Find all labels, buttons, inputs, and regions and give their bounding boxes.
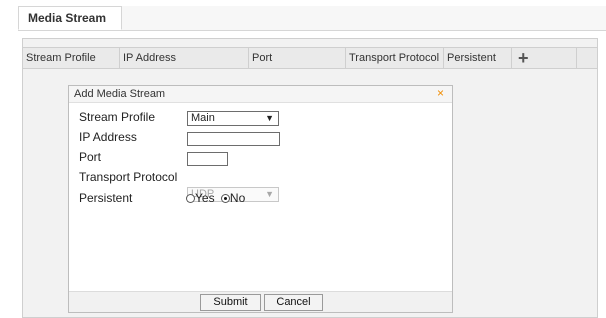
persistent-yes-label: Yes <box>195 191 215 205</box>
column-header-persistent: Persistent <box>444 48 512 68</box>
transport-protocol-label: Transport Protocol <box>79 170 178 184</box>
stream-profile-select[interactable]: Main ▼ <box>187 111 279 126</box>
persistent-radio-group: Yes No <box>186 189 245 207</box>
persistent-yes-radio[interactable]: Yes <box>186 191 215 205</box>
add-stream-button[interactable]: + <box>512 48 577 68</box>
column-header-transport-protocol: Transport Protocol <box>346 48 444 68</box>
dialog-footer: Submit Cancel <box>69 291 452 312</box>
persistent-label: Persistent <box>79 191 133 205</box>
dialog-header: Add Media Stream × <box>69 86 452 103</box>
ip-address-input[interactable] <box>187 132 280 146</box>
persistent-no-label: No <box>229 191 246 205</box>
stream-profile-label: Stream Profile <box>79 110 156 124</box>
port-input[interactable] <box>187 152 228 166</box>
column-header-port: Port <box>249 48 346 68</box>
add-media-stream-dialog: Add Media Stream × Stream Profile Main ▼… <box>68 85 453 313</box>
column-header-spacer <box>577 48 597 68</box>
tab-label: Media Stream <box>28 11 107 25</box>
chevron-down-icon: ▼ <box>265 113 274 123</box>
tab-media-stream[interactable]: Media Stream <box>18 6 122 30</box>
tab-strip-filler <box>122 6 606 30</box>
close-icon[interactable]: × <box>437 86 444 100</box>
radio-selected-icon <box>220 194 230 203</box>
tab-bar: Media Stream <box>18 6 606 31</box>
port-label: Port <box>79 150 102 164</box>
cancel-button[interactable]: Cancel <box>264 294 323 311</box>
persistent-no-radio[interactable]: No <box>220 191 246 205</box>
table-header: Stream Profile IP Address Port Transport… <box>23 47 597 69</box>
stream-profile-value: Main <box>191 112 215 124</box>
column-header-stream-profile: Stream Profile <box>23 48 120 68</box>
plus-icon: + <box>518 48 529 68</box>
ip-address-label: IP Address <box>79 130 137 144</box>
radio-icon <box>186 194 195 203</box>
chevron-down-icon: ▼ <box>265 189 274 199</box>
submit-button[interactable]: Submit <box>200 294 261 311</box>
dialog-title: Add Media Stream <box>74 88 166 100</box>
column-header-ip-address: IP Address <box>120 48 249 68</box>
